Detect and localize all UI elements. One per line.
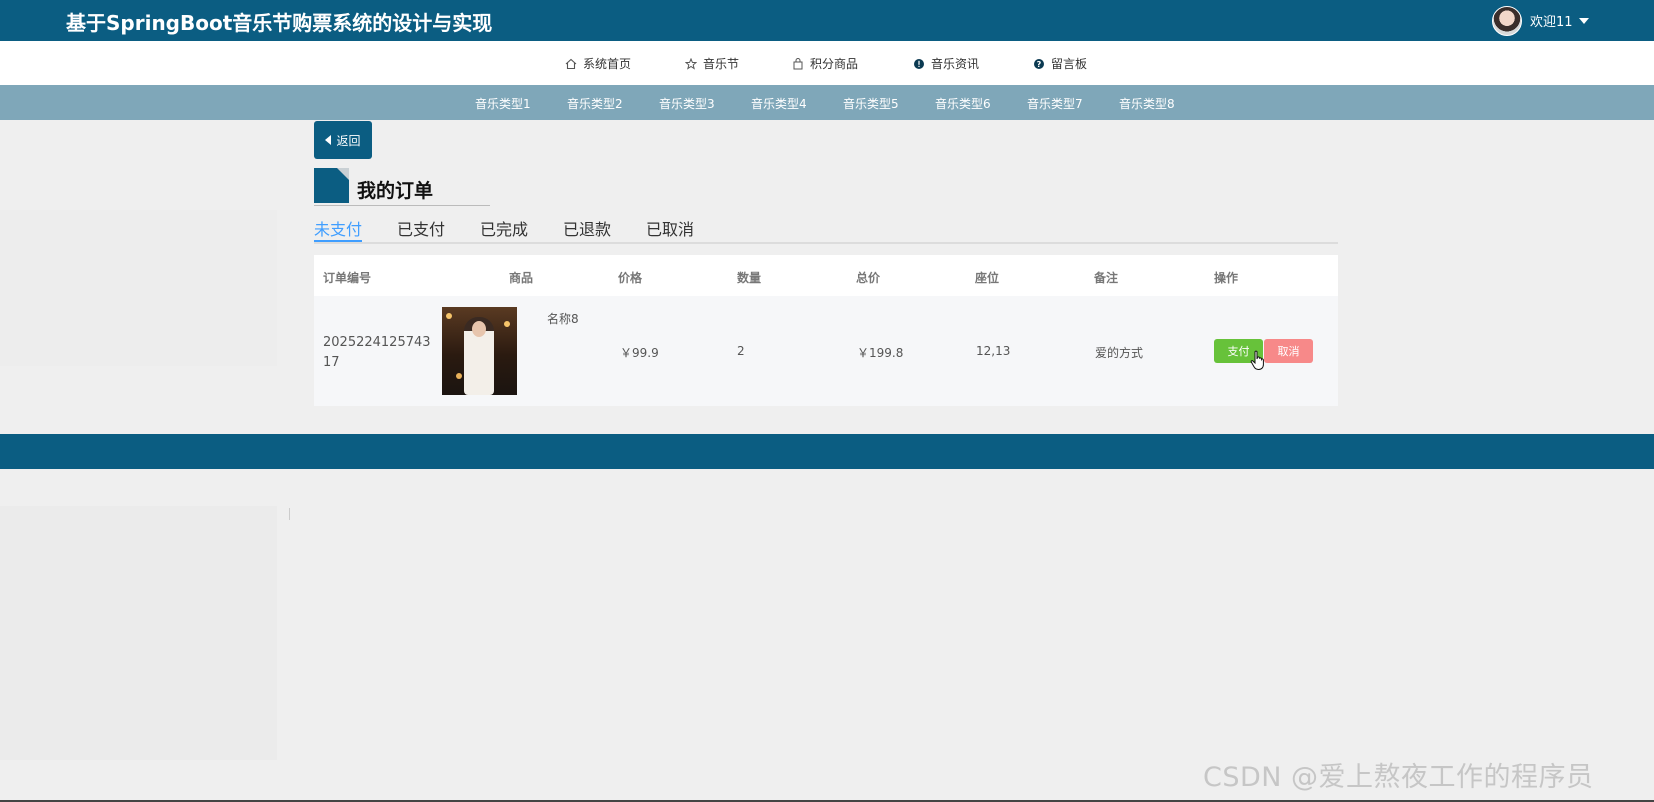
remark: 爱的方式	[1095, 346, 1144, 360]
table-row: 202522412574317 名称8 ￥99.9 2 ￥199.8 12,13…	[314, 296, 1338, 406]
nav-item-points-goods[interactable]: 积分商品	[791, 55, 858, 72]
category-item[interactable]: 音乐类型1	[475, 95, 531, 112]
divider	[289, 508, 290, 520]
info-icon	[912, 57, 926, 71]
nav-label: 音乐资讯	[931, 57, 980, 71]
star-icon	[684, 57, 698, 71]
home-icon	[564, 57, 578, 71]
tab-cancelled[interactable]: 已取消	[646, 216, 694, 240]
caret-left-icon	[325, 135, 332, 145]
cancel-button[interactable]: 取消	[1264, 339, 1313, 363]
nav-item-home[interactable]: 系统首页	[564, 55, 631, 72]
site-title: 基于SpringBoot音乐节购票系统的设计与实现	[66, 11, 493, 35]
total-price: ￥199.8	[857, 346, 904, 360]
order-status-tabs: 未支付 已支付 已完成 已退款 已取消	[314, 214, 1338, 244]
column-header: 商品	[509, 271, 534, 285]
nav-label: 积分商品	[810, 57, 859, 71]
column-header: 总价	[856, 271, 881, 285]
footer-bar	[0, 434, 1654, 469]
hand-cursor-icon	[1250, 350, 1264, 371]
order-number: 202522412574317	[323, 335, 431, 370]
avatar[interactable]	[1492, 5, 1522, 36]
question-icon: ?	[1032, 57, 1046, 71]
nav-item-music-news[interactable]: 音乐资讯	[912, 55, 979, 72]
divider	[314, 205, 490, 206]
tab-paid[interactable]: 已支付	[397, 216, 445, 240]
nav-label: 留言板	[1051, 57, 1088, 71]
top-header: 基于SpringBoot音乐节购票系统的设计与实现 欢迎11	[0, 0, 1654, 41]
category-item[interactable]: 音乐类型8	[1119, 95, 1175, 112]
svg-text:?: ?	[1037, 60, 1042, 69]
product-name: 名称8	[547, 312, 579, 326]
category-item[interactable]: 音乐类型7	[1027, 95, 1083, 112]
title-decoration	[314, 168, 349, 203]
chevron-down-icon[interactable]	[1578, 17, 1589, 24]
column-header: 操作	[1214, 271, 1239, 285]
nav-item-music-festival[interactable]: 音乐节	[684, 55, 739, 72]
page-title: 我的订单	[357, 180, 434, 202]
column-header: 备注	[1094, 271, 1119, 285]
category-item[interactable]: 音乐类型5	[843, 95, 899, 112]
category-item[interactable]: 音乐类型4	[751, 95, 807, 112]
price: ￥99.9	[620, 346, 659, 360]
column-header: 价格	[618, 271, 643, 285]
column-header: 数量	[737, 271, 762, 285]
watermark: CSDN @爱上熬夜工作的程序员	[1203, 762, 1594, 793]
back-button[interactable]: 返回	[314, 121, 372, 159]
background-panel	[0, 210, 277, 366]
tab-refunded[interactable]: 已退款	[563, 216, 611, 240]
orders-table: 订单编号 商品 价格 数量 总价 座位 备注 操作 20252241257431…	[314, 255, 1338, 406]
product-image[interactable]	[442, 307, 517, 395]
category-bar: 音乐类型1 音乐类型2 音乐类型3 音乐类型4 音乐类型5 音乐类型6 音乐类型…	[0, 85, 1654, 120]
nav-item-message-board[interactable]: ? 留言板	[1032, 55, 1087, 72]
seat: 12,13	[976, 344, 1011, 358]
category-item[interactable]: 音乐类型6	[935, 95, 991, 112]
active-tab-indicator	[314, 240, 362, 242]
welcome-text[interactable]: 欢迎11	[1530, 11, 1573, 30]
column-header: 订单编号	[323, 271, 372, 285]
user-menu[interactable]: 欢迎11	[1492, 4, 1589, 37]
column-header: 座位	[975, 271, 1000, 285]
back-label: 返回	[336, 133, 361, 148]
category-item[interactable]: 音乐类型2	[567, 95, 623, 112]
quantity: 2	[737, 344, 745, 358]
nav-label: 音乐节	[703, 57, 740, 71]
main-nav: 系统首页 音乐节 积分商品 音乐资讯 ? 留言板	[0, 41, 1654, 85]
background-panel	[0, 506, 277, 760]
nav-label: 系统首页	[583, 57, 632, 71]
bag-icon	[791, 57, 805, 71]
tab-unpaid[interactable]: 未支付	[314, 216, 362, 240]
category-item[interactable]: 音乐类型3	[659, 95, 715, 112]
tab-completed[interactable]: 已完成	[480, 216, 528, 240]
